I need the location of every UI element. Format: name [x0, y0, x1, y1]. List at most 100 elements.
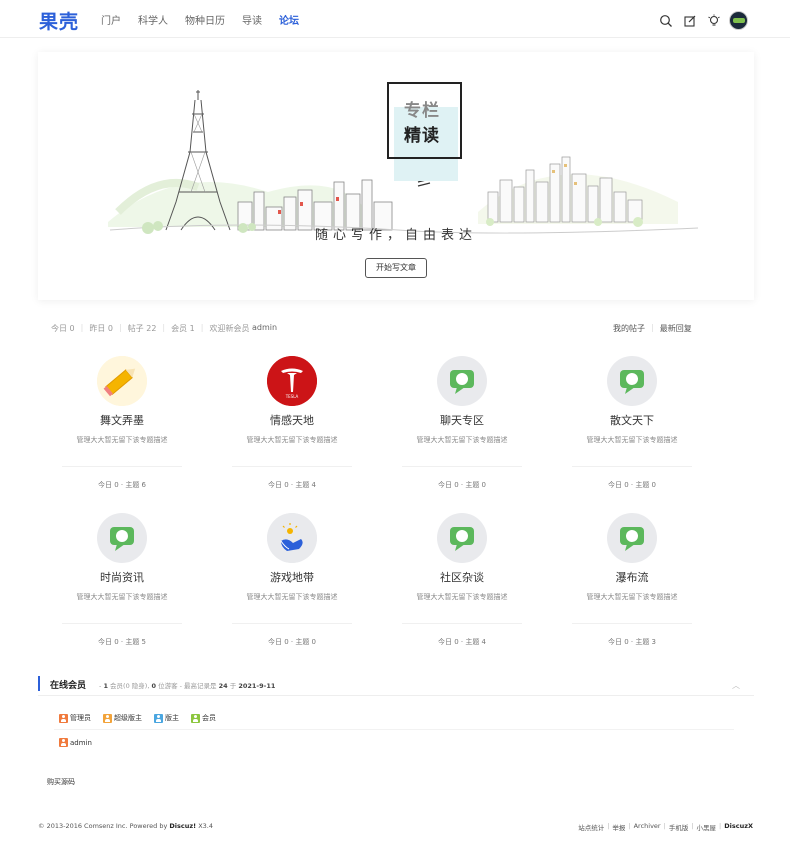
bulb-icon[interactable]: [707, 14, 721, 28]
divider: [62, 466, 182, 467]
footer-link-mobile[interactable]: 手机版: [669, 822, 689, 832]
legend-label: 版主: [165, 714, 179, 722]
user-avatar[interactable]: [729, 11, 748, 30]
online-on: 于: [229, 682, 237, 690]
footer-brand-discuzx[interactable]: DiscuzX: [724, 822, 753, 832]
forum-description: 管理大大暂无留下该专题描述: [416, 436, 508, 444]
divider: |: [118, 323, 122, 332]
admin-user-icon: [59, 738, 68, 747]
forum-description: 管理大大暂无留下该专题描述: [76, 593, 168, 601]
divider: |: [607, 822, 610, 830]
forum-title[interactable]: 聊天专区: [380, 412, 544, 428]
forum-card[interactable]: 舞文弄墨 管理大大暂无留下该专题描述 今日 0 · 主题 6: [40, 348, 210, 496]
divider: [232, 623, 352, 624]
chat-bubble-icon: [437, 356, 487, 406]
tesla-logo-icon: TESLA: [267, 356, 317, 406]
top-header: 果壳 门户 科学人 物种日历 导读 论坛: [0, 0, 790, 38]
forum-title[interactable]: 情感天地: [210, 412, 374, 428]
online-member-entry[interactable]: admin: [59, 738, 92, 747]
stat-today: 今日 0: [51, 324, 75, 333]
chat-bubble-icon: [437, 513, 487, 563]
forum-stats: 今日 0 | 昨日 0 | 帖子 22 | 会员 1 | 欢迎新会员 admin: [51, 323, 277, 334]
column-banner: 专栏 精读 随心写作，自由表达 开始写文章: [38, 52, 754, 300]
member-user-icon: [191, 713, 200, 723]
online-member-count: 1: [103, 682, 108, 690]
version-text: X3.4: [198, 822, 213, 830]
forum-description: 管理大大暂无留下该专题描述: [76, 436, 168, 444]
footer-link-report[interactable]: 举报: [612, 822, 625, 832]
pencil-icon: [97, 356, 147, 406]
forum-card[interactable]: TESLA 情感天地 管理大大暂无留下该专题描述 今日 0 · 主题 4: [210, 348, 380, 496]
forum-meta: 今日 0 · 主题 5: [97, 638, 147, 646]
divider: [232, 466, 352, 467]
forum-meta: 今日 0 · 主题 0: [607, 481, 657, 489]
forum-card[interactable]: 游戏地带 管理大大暂无留下该专题描述 今日 0 · 主题 0: [210, 505, 380, 653]
forum-title[interactable]: 游戏地带: [210, 569, 374, 585]
legend-admin: 管理员: [59, 713, 91, 723]
stat-posts: 帖子 22: [127, 324, 157, 333]
divider: |: [651, 323, 654, 332]
legend-member: 会员: [191, 713, 216, 723]
forum-card[interactable]: 时尚资讯 管理大大暂无留下该专题描述 今日 0 · 主题 5: [40, 505, 210, 653]
newest-member-label: 欢迎新会员: [209, 324, 250, 333]
newest-member-link[interactable]: admin: [252, 323, 277, 334]
nav-portal[interactable]: 门户: [101, 12, 121, 27]
footer-links: 站点统计 | 举报 | Archiver | 手机版 | 小黑屋 | DiscuzX: [578, 822, 753, 832]
divider: |: [80, 323, 84, 332]
start-writing-button[interactable]: 开始写文章: [365, 258, 427, 278]
forum-card[interactable]: 聊天专区 管理大大暂无留下该专题描述 今日 0 · 主题 0: [380, 348, 550, 496]
footer-link-blacklist[interactable]: 小黑屋: [697, 822, 717, 832]
forum-title[interactable]: 散文天下: [550, 412, 714, 428]
forum-description: 管理大大暂无留下该专题描述: [586, 436, 678, 444]
legend-label: 管理员: [70, 714, 91, 722]
online-members-text: 会员(0 隐身),: [110, 682, 150, 690]
site-logo[interactable]: 果壳: [39, 7, 79, 34]
column-title-line2: 精读: [404, 126, 440, 146]
main-nav: 门户 科学人 物种日历 导读 论坛: [101, 12, 316, 27]
nav-scientist[interactable]: 科学人: [138, 12, 168, 27]
divider: |: [162, 323, 166, 332]
latest-replies-link[interactable]: 最新回复: [660, 323, 692, 334]
header-actions: [649, 11, 748, 30]
forum-card[interactable]: 散文天下 管理大大暂无留下该专题描述 今日 0 · 主题 0: [550, 348, 720, 496]
divider: [62, 623, 182, 624]
footer-link-archiver[interactable]: Archiver: [634, 822, 661, 832]
nav-guide[interactable]: 导读: [242, 12, 262, 27]
online-member-name[interactable]: admin: [70, 739, 92, 747]
nav-species-calendar[interactable]: 物种日历: [185, 12, 225, 27]
footer-copyright: © 2013-2016 Comsenz Inc. Powered by Disc…: [38, 822, 213, 830]
online-members-title[interactable]: 在线会员: [50, 678, 86, 691]
chevron-up-icon[interactable]: ︿: [732, 680, 740, 691]
svg-text:TESLA: TESLA: [285, 394, 299, 399]
edit-icon[interactable]: [683, 14, 697, 28]
forum-card[interactable]: 瀑布流 管理大大暂无留下该专题描述 今日 0 · 主题 3: [550, 505, 720, 653]
idea-hand-icon: [267, 513, 317, 563]
forum-description: 管理大大暂无留下该专题描述: [246, 593, 338, 601]
forum-card[interactable]: 社区杂谈 管理大大暂无留下该专题描述 今日 0 · 主题 4: [380, 505, 550, 653]
forum-meta: 今日 0 · 主题 4: [267, 481, 317, 489]
forum-title[interactable]: 舞文弄墨: [40, 412, 204, 428]
online-guest-count: 0: [151, 682, 156, 690]
member-legend: 管理员 超级版主 版主 会员: [59, 713, 228, 723]
buy-source-link[interactable]: 购买源码: [47, 777, 75, 787]
forum-title[interactable]: 社区杂谈: [380, 569, 544, 585]
stat-yesterday: 昨日 0: [89, 324, 113, 333]
divider: |: [200, 323, 204, 332]
forum-title[interactable]: 瀑布流: [550, 569, 714, 585]
forum-meta: 今日 0 · 主题 3: [607, 638, 657, 646]
forum-meta: 今日 0 · 主题 0: [267, 638, 317, 646]
search-icon[interactable]: [659, 14, 673, 28]
legend-label: 会员: [202, 714, 216, 722]
divider: |: [663, 822, 666, 830]
forum-meta: 今日 0 · 主题 0: [437, 481, 487, 489]
forum-description: 管理大大暂无留下该专题描述: [586, 593, 678, 601]
online-dash: -: [99, 682, 102, 690]
discuz-link[interactable]: Discuz!: [169, 822, 196, 830]
nav-forum[interactable]: 论坛: [279, 12, 299, 27]
chat-bubble-icon: [607, 356, 657, 406]
my-posts-link[interactable]: 我的帖子: [613, 323, 645, 334]
footer-link-stats[interactable]: 站点统计: [578, 822, 604, 832]
divider: |: [628, 822, 631, 830]
forum-title[interactable]: 时尚资讯: [40, 569, 204, 585]
chat-bubble-icon: [97, 513, 147, 563]
